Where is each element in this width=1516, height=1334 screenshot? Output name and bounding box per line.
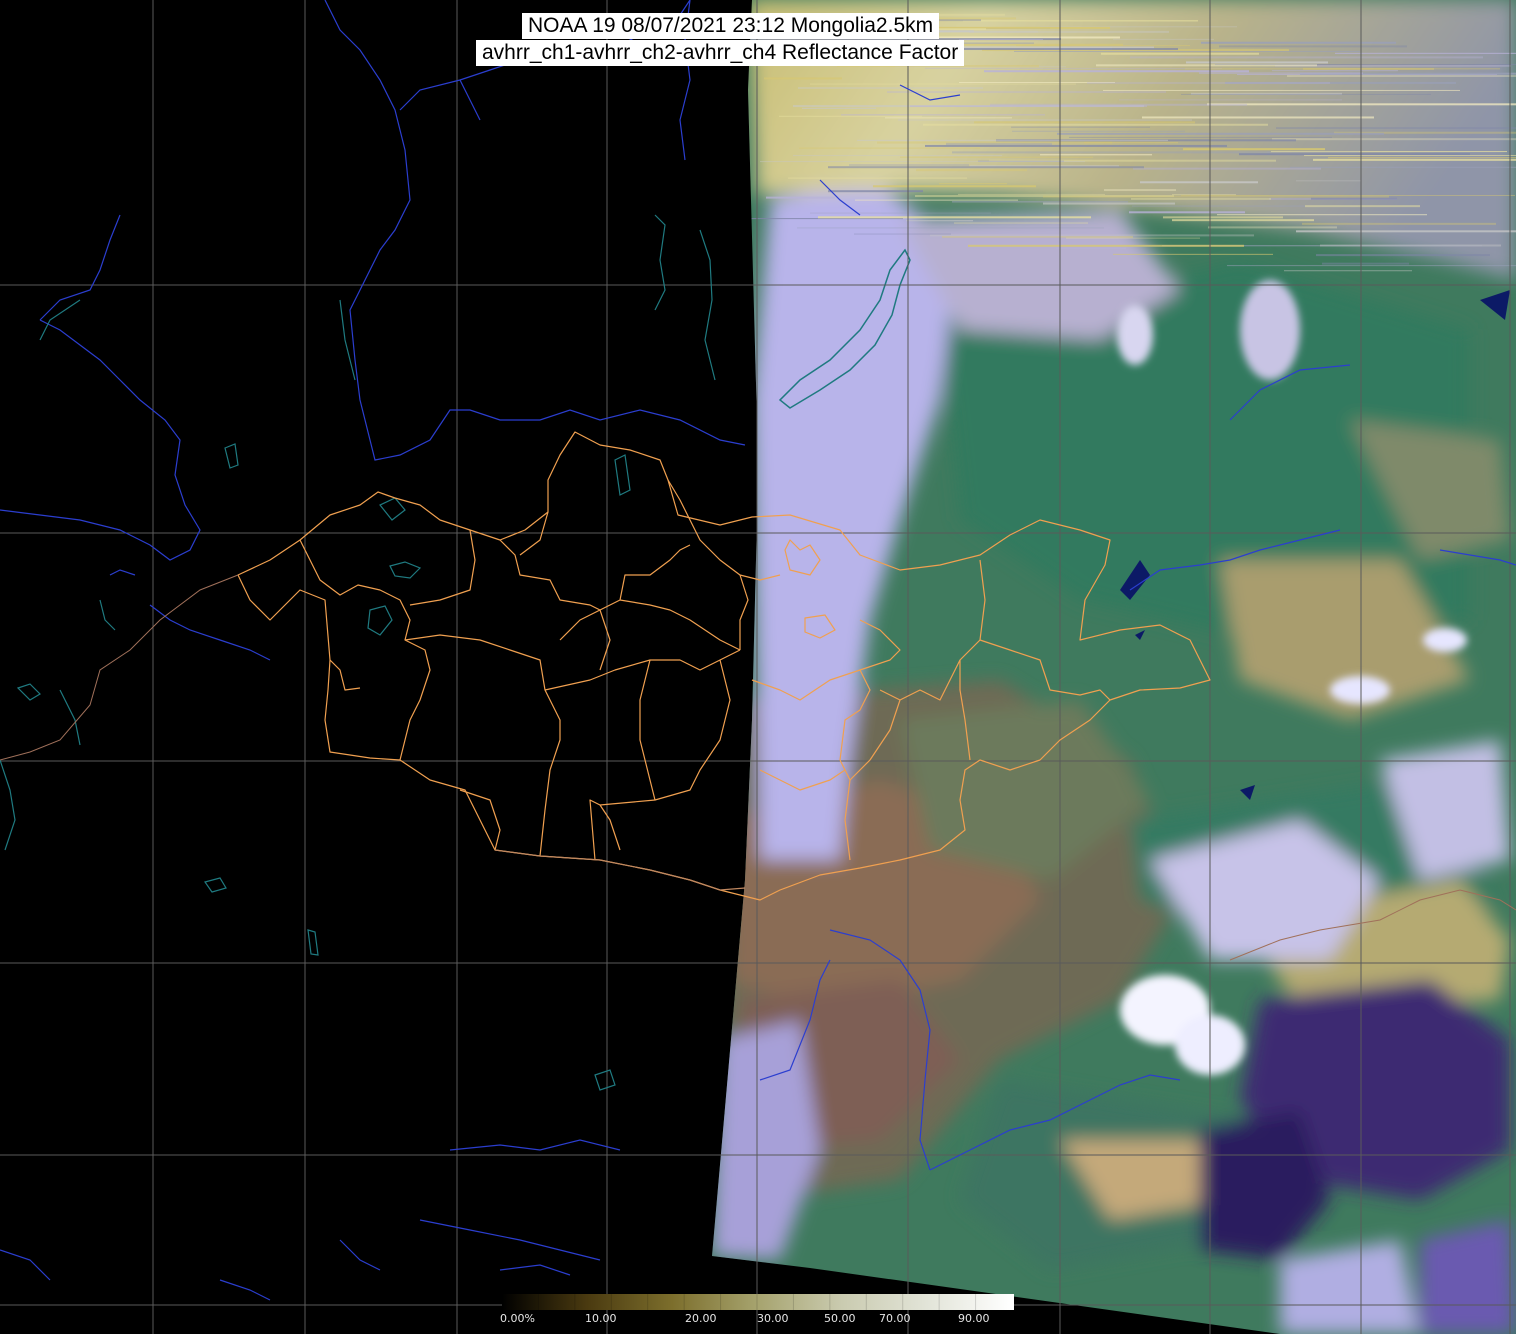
colorbar-tick-label: 10.00 bbox=[585, 1312, 617, 1325]
satellite-map bbox=[0, 0, 1516, 1334]
colorbar bbox=[502, 1294, 1014, 1310]
colorbar-tick-label: 0.00% bbox=[500, 1312, 535, 1325]
satellite-swath bbox=[712, 0, 1516, 1334]
map-subtitle: avhrr_ch1-avhrr_ch2-avhrr_ch4 Reflectanc… bbox=[476, 40, 965, 66]
colorbar-tick-label: 30.00 bbox=[757, 1312, 789, 1325]
colorbar-tick-label: 90.00 bbox=[958, 1312, 990, 1325]
colorbar-end-cap bbox=[1010, 1294, 1014, 1310]
map-title: NOAA 19 08/07/2021 23:12 Mongolia2.5km bbox=[522, 13, 940, 39]
colorbar-tick-label: 50.00 bbox=[824, 1312, 856, 1325]
colorbar-tick-label: 20.00 bbox=[685, 1312, 717, 1325]
colorbar-tick-label: 70.00 bbox=[879, 1312, 911, 1325]
